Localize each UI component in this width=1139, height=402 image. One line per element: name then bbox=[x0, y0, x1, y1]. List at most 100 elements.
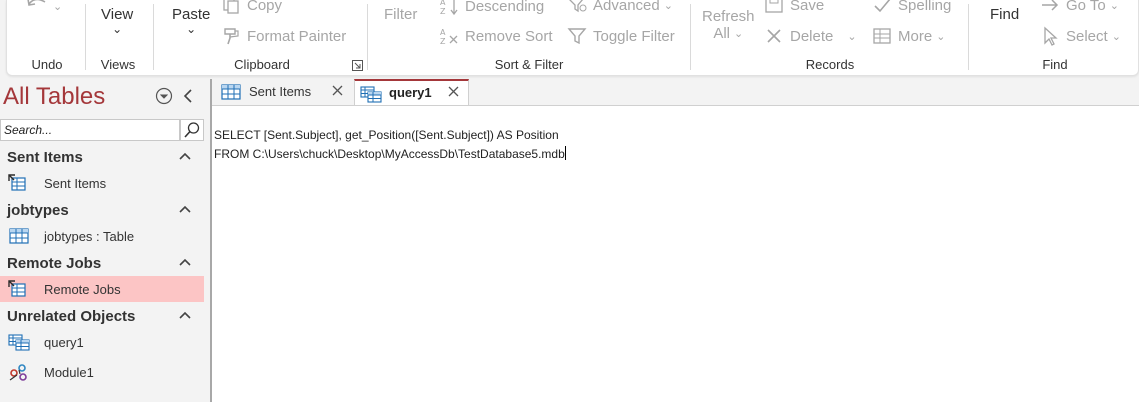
spelling-button[interactable]: Spelling bbox=[872, 0, 951, 14]
close-icon[interactable] bbox=[447, 85, 460, 98]
module-icon bbox=[9, 364, 27, 381]
chevron-down-icon: ⌄ bbox=[53, 0, 63, 13]
group-header-label: jobtypes bbox=[7, 201, 69, 219]
nav-item-module1[interactable]: Module1 bbox=[0, 359, 204, 385]
query-icon bbox=[360, 86, 382, 103]
filter-button[interactable]: Filter bbox=[384, 6, 417, 23]
group-header-unrelated-objects[interactable]: Unrelated Objects bbox=[0, 304, 204, 328]
refresh-stack: Refresh All ⌄ bbox=[702, 8, 755, 42]
sql-line-with-caret: FROM C:\Users\chuck\Desktop\MyAccessDb\T… bbox=[214, 146, 566, 161]
nav-item-query1[interactable]: query1 bbox=[0, 329, 204, 355]
chevron-down-icon: ⌄ bbox=[1109, 0, 1119, 12]
view-label: View bbox=[101, 6, 134, 23]
descending-button[interactable]: AZ Descending bbox=[439, 0, 544, 16]
nav-item-label: query1 bbox=[44, 334, 84, 350]
separator bbox=[690, 4, 691, 70]
copy-button[interactable]: Copy bbox=[221, 0, 282, 14]
clipboard-group: Paste ⌄ Copy Format Painter Clipboard bbox=[157, 0, 367, 76]
separator bbox=[968, 4, 969, 70]
save-label: Save bbox=[790, 0, 825, 14]
tab-sent-items[interactable]: Sent Items bbox=[212, 79, 354, 105]
linked-table-icon bbox=[8, 174, 26, 191]
undo-button[interactable]: ⌄ bbox=[25, 0, 62, 16]
paste-button[interactable]: Paste ⌄ bbox=[172, 6, 210, 35]
document-tabs: Sent Items query1 bbox=[212, 79, 1139, 105]
clipboard-group-label: Clipboard bbox=[234, 57, 290, 72]
advanced-filter-icon bbox=[569, 0, 587, 13]
nav-item-jobtypes[interactable]: jobtypes : Table bbox=[0, 223, 204, 249]
tab-query1[interactable]: query1 bbox=[354, 79, 469, 105]
nav-item-sent-items[interactable]: Sent Items bbox=[0, 170, 204, 196]
paste-label: Paste bbox=[172, 6, 211, 23]
remove-sort-button[interactable]: AZ Remove Sort bbox=[439, 26, 553, 47]
undo-group: ⌄ Undo bbox=[7, 0, 87, 76]
sql-editor[interactable]: SELECT [Sent.Subject], get_Position([Sen… bbox=[212, 105, 1139, 402]
sort-descending-icon: AZ bbox=[440, 0, 458, 16]
refresh-all-button[interactable]: Refresh All ⌄ bbox=[702, 8, 755, 42]
nav-item-label: Remote Jobs bbox=[44, 281, 121, 297]
group-header-jobtypes[interactable]: jobtypes bbox=[0, 198, 204, 222]
filter-label: Filter bbox=[384, 6, 418, 23]
query-icon bbox=[8, 334, 30, 351]
undo-icon bbox=[27, 0, 46, 6]
advanced-label: Advanced bbox=[593, 0, 660, 14]
delete-record-button[interactable]: Delete ⌄ bbox=[764, 26, 857, 46]
separator bbox=[153, 4, 154, 70]
goto-label: Go To bbox=[1066, 0, 1106, 14]
more-button[interactable]: More ⌄ bbox=[872, 26, 945, 46]
find-button[interactable]: Find bbox=[990, 6, 1019, 23]
arrow-right-icon bbox=[1042, 0, 1059, 11]
format-painter-button[interactable]: Format Painter bbox=[221, 26, 346, 46]
close-icon[interactable] bbox=[331, 84, 344, 97]
advanced-button[interactable]: Advanced ⌄ bbox=[567, 0, 673, 14]
views-group: View ⌄ Views bbox=[87, 0, 149, 76]
toggle-filter-icon bbox=[567, 28, 587, 45]
nav-menu-icon[interactable] bbox=[155, 87, 173, 105]
goto-button[interactable]: Go To ⌄ bbox=[1040, 0, 1119, 14]
view-button[interactable]: View ⌄ bbox=[101, 6, 133, 35]
nav-item-label: Sent Items bbox=[44, 175, 107, 191]
records-group: Refresh All ⌄ Save Delete ⌄ Spelling More… bbox=[692, 0, 968, 76]
more-grid-icon bbox=[873, 28, 891, 44]
chevron-down-icon: ⌄ bbox=[112, 22, 123, 36]
chevron-down-icon: ⌄ bbox=[186, 22, 197, 36]
search-icon bbox=[184, 122, 200, 138]
group-header-sent-items[interactable]: Sent Items bbox=[0, 145, 204, 169]
nav-item-label: jobtypes : Table bbox=[44, 228, 135, 244]
copy-label: Copy bbox=[247, 0, 283, 14]
chevron-up-icon bbox=[179, 152, 191, 160]
chevron-down-icon: ⌄ bbox=[733, 28, 744, 40]
chevron-up-icon bbox=[179, 205, 191, 213]
select-button[interactable]: Select ⌄ bbox=[1040, 26, 1121, 46]
views-group-label: Views bbox=[100, 57, 136, 72]
undo-group-label: Undo bbox=[31, 57, 63, 72]
separator bbox=[85, 4, 86, 70]
svg-text:Z: Z bbox=[440, 7, 446, 16]
delete-icon bbox=[767, 29, 781, 43]
chevron-down-icon: ⌄ bbox=[847, 30, 857, 43]
separator bbox=[367, 4, 368, 70]
chevron-down-icon: ⌄ bbox=[1111, 30, 1121, 43]
toggle-filter-button[interactable]: Toggle Filter bbox=[567, 26, 675, 46]
collapse-pane-icon[interactable] bbox=[181, 87, 195, 105]
refresh-label: Refresh bbox=[702, 8, 755, 25]
save-record-button[interactable]: Save bbox=[764, 0, 824, 14]
sort-filter-group-label: Sort & Filter bbox=[494, 57, 564, 72]
linked-table-icon bbox=[8, 280, 26, 297]
group-header-remote-jobs[interactable]: Remote Jobs bbox=[0, 251, 204, 275]
toggle-filter-label: Toggle Filter bbox=[593, 27, 675, 45]
tab-label: Sent Items bbox=[249, 84, 312, 99]
nav-item-remote-jobs[interactable]: Remote Jobs bbox=[0, 276, 204, 302]
dialog-launcher-icon[interactable] bbox=[352, 60, 363, 71]
nav-search-input[interactable] bbox=[0, 119, 180, 141]
more-label: More bbox=[898, 27, 933, 45]
refresh-all-label: All bbox=[713, 25, 730, 42]
nav-item-label: Module1 bbox=[44, 364, 94, 380]
nav-title: All Tables bbox=[3, 83, 106, 110]
delete-label: Delete bbox=[790, 27, 834, 45]
sort-filter-group: Filter AZ Descending AZ Remove Sort Adva… bbox=[369, 0, 689, 76]
svg-text:A: A bbox=[440, 28, 446, 37]
svg-text:Z: Z bbox=[440, 37, 446, 46]
nav-search-button[interactable] bbox=[180, 119, 204, 141]
navigation-pane: All Tables Sent Items Sent Items jobtype… bbox=[0, 79, 210, 402]
